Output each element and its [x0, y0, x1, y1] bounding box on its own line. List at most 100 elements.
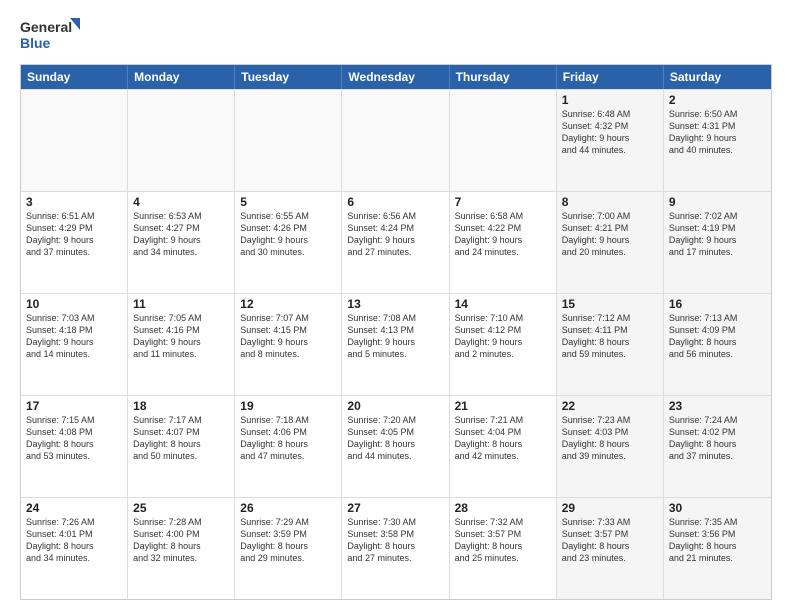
day-number: 2 — [669, 93, 766, 107]
cell-info: Sunrise: 7:13 AM Sunset: 4:09 PM Dayligh… — [669, 312, 766, 361]
day-number: 13 — [347, 297, 443, 311]
cal-cell-day-13: 13Sunrise: 7:08 AM Sunset: 4:13 PM Dayli… — [342, 294, 449, 395]
day-number: 20 — [347, 399, 443, 413]
cal-row-3: 10Sunrise: 7:03 AM Sunset: 4:18 PM Dayli… — [21, 293, 771, 395]
cal-cell-empty-03 — [342, 90, 449, 191]
day-number: 10 — [26, 297, 122, 311]
cell-info: Sunrise: 7:28 AM Sunset: 4:00 PM Dayligh… — [133, 516, 229, 565]
cal-cell-day-22: 22Sunrise: 7:23 AM Sunset: 4:03 PM Dayli… — [557, 396, 664, 497]
day-number: 16 — [669, 297, 766, 311]
day-number: 23 — [669, 399, 766, 413]
day-number: 1 — [562, 93, 658, 107]
day-number: 28 — [455, 501, 551, 515]
day-number: 26 — [240, 501, 336, 515]
day-number: 19 — [240, 399, 336, 413]
cell-info: Sunrise: 7:26 AM Sunset: 4:01 PM Dayligh… — [26, 516, 122, 565]
day-number: 14 — [455, 297, 551, 311]
cal-cell-empty-01 — [128, 90, 235, 191]
cal-cell-day-10: 10Sunrise: 7:03 AM Sunset: 4:18 PM Dayli… — [21, 294, 128, 395]
day-number: 8 — [562, 195, 658, 209]
cal-cell-empty-02 — [235, 90, 342, 191]
day-number: 29 — [562, 501, 658, 515]
weekday-header-wednesday: Wednesday — [342, 65, 449, 89]
cal-cell-day-24: 24Sunrise: 7:26 AM Sunset: 4:01 PM Dayli… — [21, 498, 128, 599]
cell-info: Sunrise: 7:15 AM Sunset: 4:08 PM Dayligh… — [26, 414, 122, 463]
cell-info: Sunrise: 7:35 AM Sunset: 3:56 PM Dayligh… — [669, 516, 766, 565]
day-number: 9 — [669, 195, 766, 209]
cal-cell-day-6: 6Sunrise: 6:56 AM Sunset: 4:24 PM Daylig… — [342, 192, 449, 293]
cell-info: Sunrise: 6:50 AM Sunset: 4:31 PM Dayligh… — [669, 108, 766, 157]
cal-cell-day-15: 15Sunrise: 7:12 AM Sunset: 4:11 PM Dayli… — [557, 294, 664, 395]
cal-cell-day-2: 2Sunrise: 6:50 AM Sunset: 4:31 PM Daylig… — [664, 90, 771, 191]
cal-cell-day-28: 28Sunrise: 7:32 AM Sunset: 3:57 PM Dayli… — [450, 498, 557, 599]
cal-row-2: 3Sunrise: 6:51 AM Sunset: 4:29 PM Daylig… — [21, 191, 771, 293]
day-number: 4 — [133, 195, 229, 209]
cal-cell-day-5: 5Sunrise: 6:55 AM Sunset: 4:26 PM Daylig… — [235, 192, 342, 293]
cal-cell-day-21: 21Sunrise: 7:21 AM Sunset: 4:04 PM Dayli… — [450, 396, 557, 497]
cell-info: Sunrise: 7:29 AM Sunset: 3:59 PM Dayligh… — [240, 516, 336, 565]
weekday-header-monday: Monday — [128, 65, 235, 89]
cell-info: Sunrise: 7:33 AM Sunset: 3:57 PM Dayligh… — [562, 516, 658, 565]
cell-info: Sunrise: 7:21 AM Sunset: 4:04 PM Dayligh… — [455, 414, 551, 463]
calendar: SundayMondayTuesdayWednesdayThursdayFrid… — [20, 64, 772, 600]
cal-cell-day-23: 23Sunrise: 7:24 AM Sunset: 4:02 PM Dayli… — [664, 396, 771, 497]
weekday-header-thursday: Thursday — [450, 65, 557, 89]
cal-cell-day-12: 12Sunrise: 7:07 AM Sunset: 4:15 PM Dayli… — [235, 294, 342, 395]
cal-cell-day-30: 30Sunrise: 7:35 AM Sunset: 3:56 PM Dayli… — [664, 498, 771, 599]
day-number: 11 — [133, 297, 229, 311]
day-number: 27 — [347, 501, 443, 515]
cal-cell-day-27: 27Sunrise: 7:30 AM Sunset: 3:58 PM Dayli… — [342, 498, 449, 599]
cell-info: Sunrise: 7:17 AM Sunset: 4:07 PM Dayligh… — [133, 414, 229, 463]
cell-info: Sunrise: 7:24 AM Sunset: 4:02 PM Dayligh… — [669, 414, 766, 463]
weekday-header-sunday: Sunday — [21, 65, 128, 89]
cell-info: Sunrise: 6:55 AM Sunset: 4:26 PM Dayligh… — [240, 210, 336, 259]
day-number: 6 — [347, 195, 443, 209]
cal-row-5: 24Sunrise: 7:26 AM Sunset: 4:01 PM Dayli… — [21, 497, 771, 599]
cal-cell-day-9: 9Sunrise: 7:02 AM Sunset: 4:19 PM Daylig… — [664, 192, 771, 293]
cell-info: Sunrise: 7:00 AM Sunset: 4:21 PM Dayligh… — [562, 210, 658, 259]
cell-info: Sunrise: 7:18 AM Sunset: 4:06 PM Dayligh… — [240, 414, 336, 463]
day-number: 12 — [240, 297, 336, 311]
cal-cell-day-19: 19Sunrise: 7:18 AM Sunset: 4:06 PM Dayli… — [235, 396, 342, 497]
cal-cell-day-7: 7Sunrise: 6:58 AM Sunset: 4:22 PM Daylig… — [450, 192, 557, 293]
svg-text:General: General — [20, 19, 72, 35]
cell-info: Sunrise: 7:12 AM Sunset: 4:11 PM Dayligh… — [562, 312, 658, 361]
day-number: 7 — [455, 195, 551, 209]
cell-info: Sunrise: 7:20 AM Sunset: 4:05 PM Dayligh… — [347, 414, 443, 463]
page-header: GeneralBlue — [20, 16, 772, 54]
cal-cell-day-8: 8Sunrise: 7:00 AM Sunset: 4:21 PM Daylig… — [557, 192, 664, 293]
weekday-header-friday: Friday — [557, 65, 664, 89]
cal-cell-day-25: 25Sunrise: 7:28 AM Sunset: 4:00 PM Dayli… — [128, 498, 235, 599]
cal-cell-day-26: 26Sunrise: 7:29 AM Sunset: 3:59 PM Dayli… — [235, 498, 342, 599]
day-number: 17 — [26, 399, 122, 413]
logo: GeneralBlue — [20, 16, 80, 54]
cal-cell-day-18: 18Sunrise: 7:17 AM Sunset: 4:07 PM Dayli… — [128, 396, 235, 497]
day-number: 5 — [240, 195, 336, 209]
cell-info: Sunrise: 7:32 AM Sunset: 3:57 PM Dayligh… — [455, 516, 551, 565]
cal-cell-day-16: 16Sunrise: 7:13 AM Sunset: 4:09 PM Dayli… — [664, 294, 771, 395]
calendar-body: 1Sunrise: 6:48 AM Sunset: 4:32 PM Daylig… — [21, 89, 771, 599]
day-number: 30 — [669, 501, 766, 515]
cell-info: Sunrise: 6:58 AM Sunset: 4:22 PM Dayligh… — [455, 210, 551, 259]
weekday-header-tuesday: Tuesday — [235, 65, 342, 89]
weekday-header-saturday: Saturday — [664, 65, 771, 89]
svg-text:Blue: Blue — [20, 35, 51, 51]
day-number: 24 — [26, 501, 122, 515]
cell-info: Sunrise: 7:30 AM Sunset: 3:58 PM Dayligh… — [347, 516, 443, 565]
cell-info: Sunrise: 7:08 AM Sunset: 4:13 PM Dayligh… — [347, 312, 443, 361]
cell-info: Sunrise: 7:10 AM Sunset: 4:12 PM Dayligh… — [455, 312, 551, 361]
cell-info: Sunrise: 7:07 AM Sunset: 4:15 PM Dayligh… — [240, 312, 336, 361]
cell-info: Sunrise: 6:51 AM Sunset: 4:29 PM Dayligh… — [26, 210, 122, 259]
day-number: 22 — [562, 399, 658, 413]
cal-cell-day-11: 11Sunrise: 7:05 AM Sunset: 4:16 PM Dayli… — [128, 294, 235, 395]
cal-row-1: 1Sunrise: 6:48 AM Sunset: 4:32 PM Daylig… — [21, 89, 771, 191]
cell-info: Sunrise: 6:53 AM Sunset: 4:27 PM Dayligh… — [133, 210, 229, 259]
cal-row-4: 17Sunrise: 7:15 AM Sunset: 4:08 PM Dayli… — [21, 395, 771, 497]
cal-cell-empty-04 — [450, 90, 557, 191]
day-number: 15 — [562, 297, 658, 311]
cal-cell-day-1: 1Sunrise: 6:48 AM Sunset: 4:32 PM Daylig… — [557, 90, 664, 191]
cell-info: Sunrise: 7:05 AM Sunset: 4:16 PM Dayligh… — [133, 312, 229, 361]
logo-svg: GeneralBlue — [20, 16, 80, 54]
cal-cell-day-17: 17Sunrise: 7:15 AM Sunset: 4:08 PM Dayli… — [21, 396, 128, 497]
cell-info: Sunrise: 6:56 AM Sunset: 4:24 PM Dayligh… — [347, 210, 443, 259]
